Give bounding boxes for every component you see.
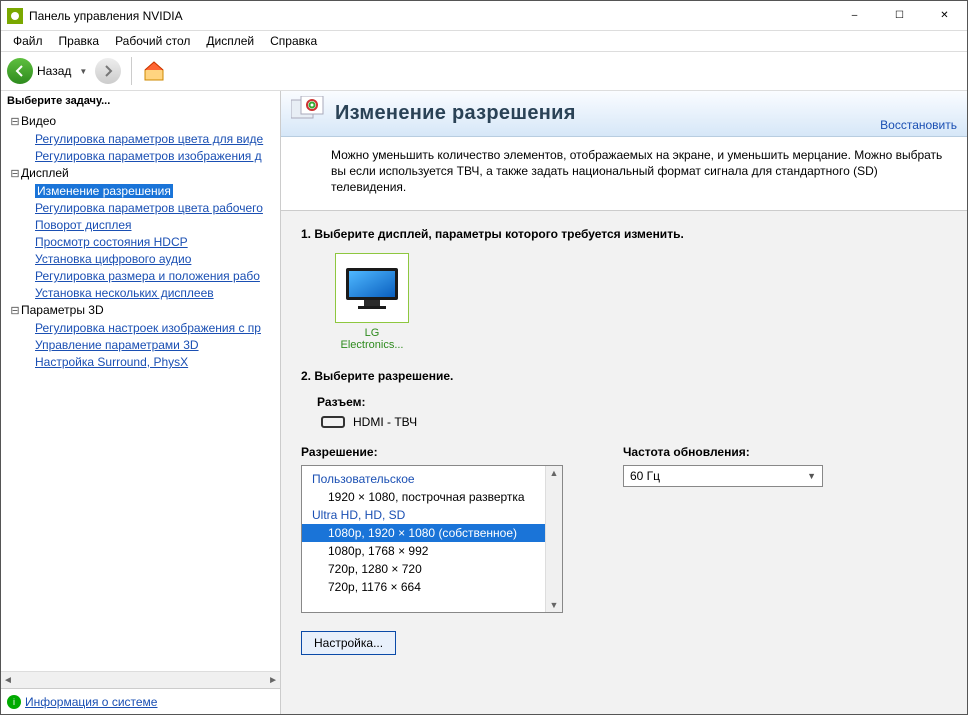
tree-toggle-3d[interactable]: ⊟ [9, 303, 21, 320]
nav-back-label: Назад [37, 64, 71, 78]
window-title: Панель управления NVIDIA [29, 9, 832, 23]
tree-item[interactable]: Управление параметрами 3D [35, 338, 199, 352]
chevron-down-icon: ▼ [807, 471, 816, 481]
tree-item[interactable]: Установка цифрового аудио [35, 252, 191, 266]
tree-item[interactable]: Поворот дисплея [35, 218, 132, 232]
titlebar: Панель управления NVIDIA – ☐ ✕ [1, 1, 967, 31]
menu-desktop[interactable]: Рабочий стол [109, 32, 196, 50]
system-info-bar: i Информация о системе [1, 688, 280, 714]
hdmi-icon [321, 416, 345, 428]
minimize-button[interactable]: – [832, 1, 877, 30]
tree-toggle-display[interactable]: ⊟ [9, 166, 21, 183]
tree-item[interactable]: Регулировка размера и положения рабо [35, 269, 260, 283]
menu-file[interactable]: Файл [7, 32, 49, 50]
tree-video[interactable]: Видео [21, 114, 56, 128]
list-group-custom: Пользовательское [302, 470, 562, 488]
sidebar-header: Выберите задачу... [1, 91, 280, 111]
system-info-link[interactable]: Информация о системе [25, 695, 157, 709]
nvidia-app-icon [7, 8, 23, 24]
home-icon[interactable] [142, 59, 166, 83]
page-header: Изменение разрешения Восстановить [281, 91, 967, 137]
page-title: Изменение разрешения [335, 102, 880, 125]
list-item[interactable]: 720p, 1176 × 664 [302, 578, 562, 596]
info-icon: i [7, 695, 21, 709]
sidebar-hscrollbar[interactable]: ◄► [1, 671, 280, 688]
page-description: Можно уменьшить количество элементов, от… [281, 137, 967, 210]
resolution-icon [291, 96, 325, 131]
tree-item[interactable]: Настройка Surround, PhysX [35, 355, 188, 369]
close-button[interactable]: ✕ [922, 1, 967, 30]
tree-item[interactable]: Регулировка параметров изображения д [35, 149, 262, 163]
display-name: LG Electronics... [335, 327, 409, 351]
step1-title: 1. Выберите дисплей, параметры которого … [301, 227, 947, 241]
list-item[interactable]: 1080p, 1768 × 992 [302, 542, 562, 560]
tree-item[interactable]: Установка нескольких дисплеев [35, 286, 214, 300]
display-selector[interactable] [335, 253, 409, 323]
content-pane: Изменение разрешения Восстановить Можно … [281, 91, 967, 714]
restore-link[interactable]: Восстановить [880, 118, 957, 132]
connector-value: HDMI - ТВЧ [353, 415, 417, 429]
tree-toggle-video[interactable]: ⊟ [9, 114, 21, 131]
refresh-rate-value: 60 Гц [630, 469, 660, 483]
menu-help[interactable]: Справка [264, 32, 323, 50]
resolution-listbox[interactable]: Пользовательское 1920 × 1080, построчная… [301, 465, 563, 613]
menubar: Файл Правка Рабочий стол Дисплей Справка [1, 31, 967, 51]
list-item-selected[interactable]: 1080p, 1920 × 1080 (собственное) [302, 524, 562, 542]
resolution-label: Разрешение: [301, 445, 563, 459]
listbox-scrollbar[interactable]: ▲▼ [545, 466, 562, 612]
step2-title: 2. Выберите разрешение. [301, 369, 947, 383]
list-group-hd: Ultra HD, HD, SD [302, 506, 562, 524]
tree-display[interactable]: Дисплей [21, 166, 69, 180]
tree-item[interactable]: Регулировка параметров цвета рабочего [35, 201, 263, 215]
tree-item[interactable]: Регулировка параметров цвета для виде [35, 132, 263, 146]
tree-item[interactable]: Регулировка настроек изображения с пр [35, 321, 261, 335]
nav-back-dropdown[interactable]: ▼ [75, 67, 91, 76]
menu-edit[interactable]: Правка [53, 32, 106, 50]
refresh-label: Частота обновления: [623, 445, 823, 459]
tree-3d[interactable]: Параметры 3D [21, 303, 104, 317]
refresh-rate-select[interactable]: 60 Гц ▼ [623, 465, 823, 487]
monitor-icon [344, 266, 400, 310]
nav-back-button[interactable] [7, 58, 33, 84]
nav-forward-button[interactable] [95, 58, 121, 84]
connector-label: Разъем: [317, 395, 947, 409]
task-tree: ⊟Видео Регулировка параметров цвета для … [1, 111, 280, 671]
maximize-button[interactable]: ☐ [877, 1, 922, 30]
list-item[interactable]: 1920 × 1080, построчная развертка [302, 488, 562, 506]
tree-item[interactable]: Просмотр состояния HDCP [35, 235, 188, 249]
toolbar: Назад ▼ [1, 51, 967, 91]
toolbar-separator [131, 57, 132, 85]
menu-display[interactable]: Дисплей [200, 32, 260, 50]
list-item[interactable]: 720p, 1280 × 720 [302, 560, 562, 578]
sidebar: Выберите задачу... ⊟Видео Регулировка па… [1, 91, 281, 714]
tree-item-change-resolution[interactable]: Изменение разрешения [35, 184, 173, 198]
configure-button[interactable]: Настройка... [301, 631, 396, 655]
